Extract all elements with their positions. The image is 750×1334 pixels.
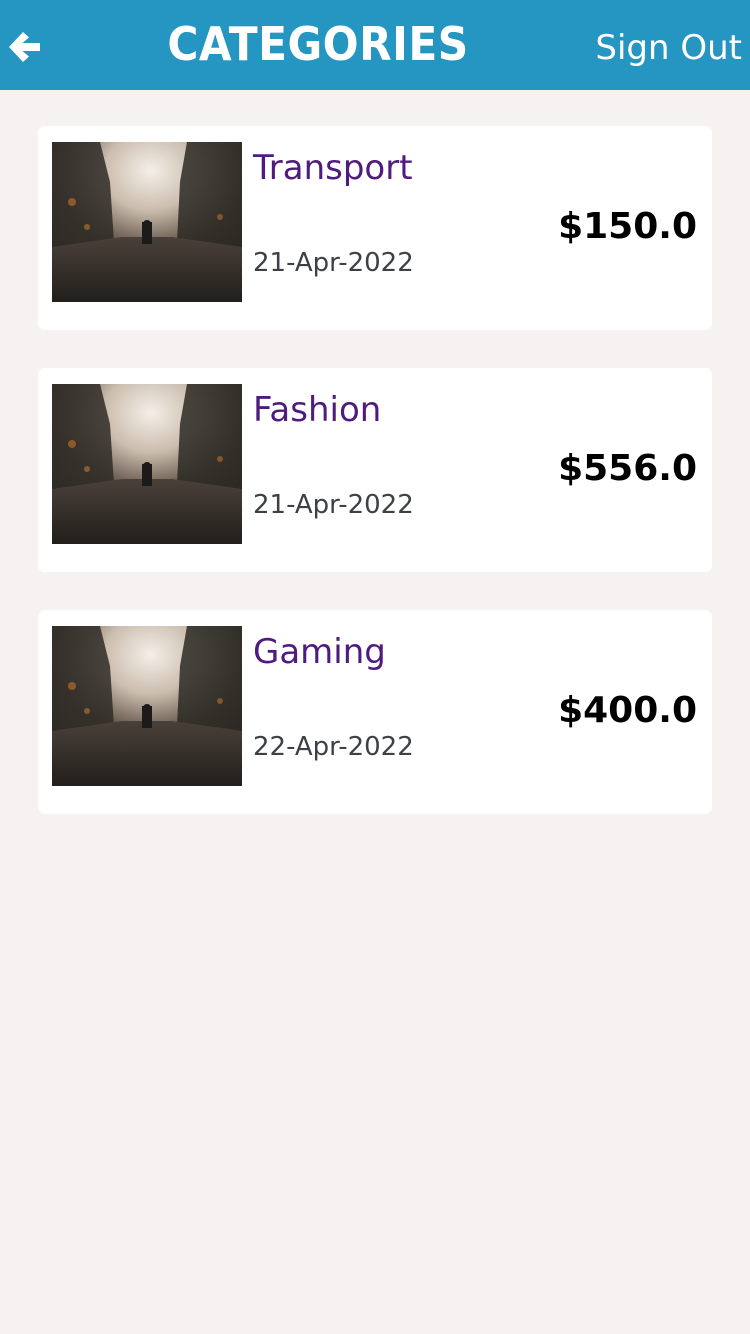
- category-name: Transport: [253, 148, 413, 188]
- page-title: CATEGORIES: [167, 17, 469, 71]
- category-amount: $150.0: [558, 206, 697, 247]
- category-list: Transport 21-Apr-2022 $150.0 Fashion 21-…: [38, 126, 712, 852]
- category-card-transport[interactable]: Transport 21-Apr-2022 $150.0: [38, 126, 712, 330]
- category-date: 21-Apr-2022: [253, 490, 414, 520]
- category-name: Gaming: [253, 632, 386, 672]
- category-card-gaming[interactable]: Gaming 22-Apr-2022 $400.0: [38, 610, 712, 814]
- category-date: 22-Apr-2022: [253, 732, 414, 762]
- category-card-fashion[interactable]: Fashion 21-Apr-2022 $556.0: [38, 368, 712, 572]
- app-header: CATEGORIES Sign Out: [0, 0, 750, 90]
- category-thumbnail: [52, 142, 242, 302]
- category-amount: $556.0: [558, 448, 697, 489]
- sign-out-button[interactable]: Sign Out: [595, 26, 742, 70]
- category-name: Fashion: [253, 390, 382, 430]
- category-thumbnail: [52, 384, 242, 544]
- category-date: 21-Apr-2022: [253, 248, 414, 278]
- category-thumbnail: [52, 626, 242, 786]
- category-amount: $400.0: [558, 690, 697, 731]
